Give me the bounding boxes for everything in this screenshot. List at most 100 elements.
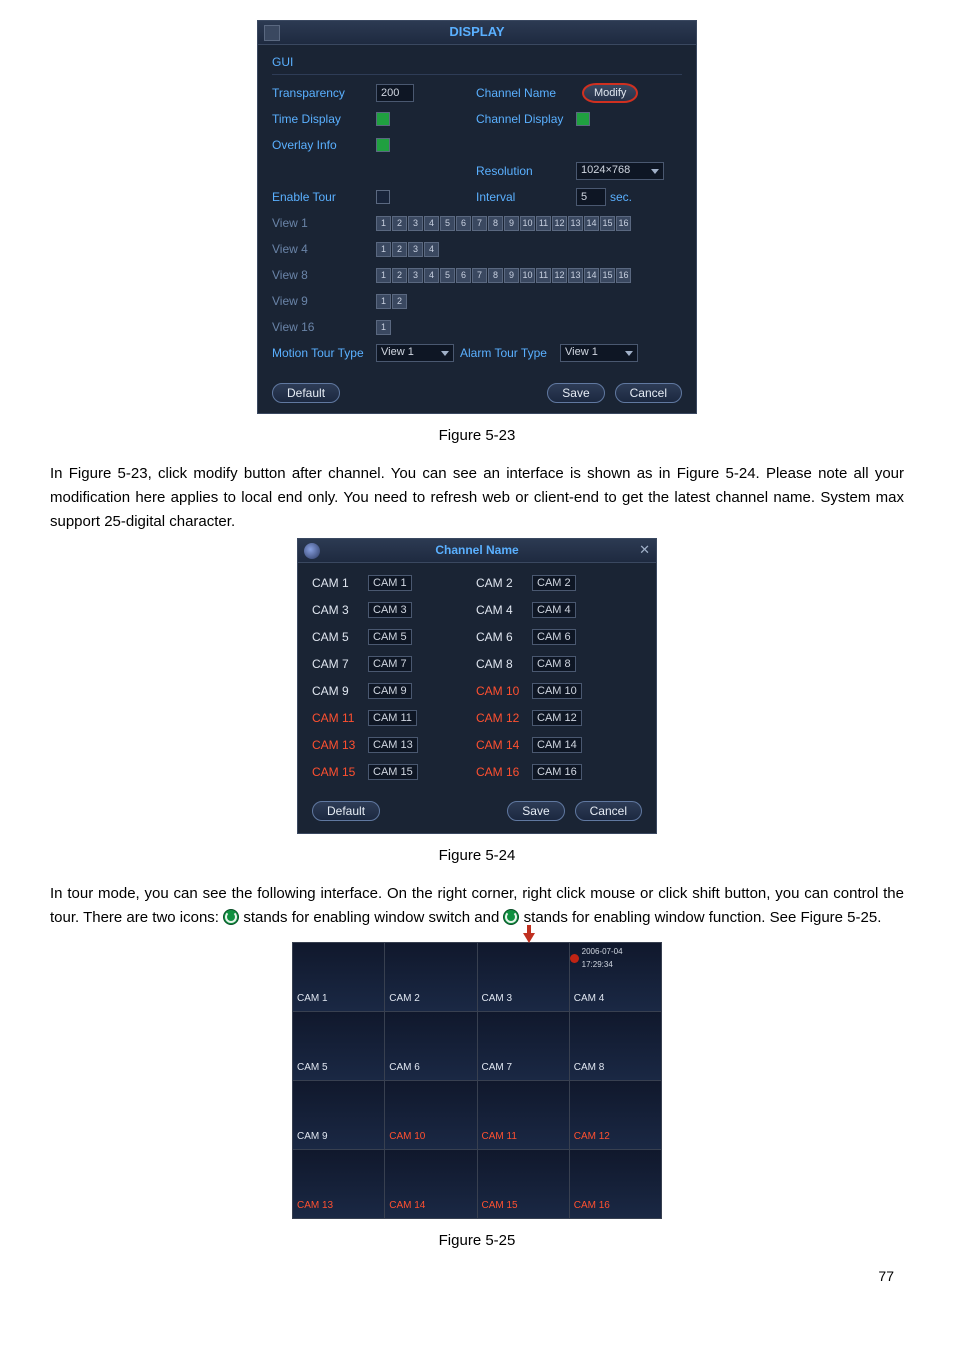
cam-input[interactable]: CAM 3 <box>368 602 412 618</box>
tour-cell[interactable]: CAM 2 <box>385 943 476 1011</box>
resolution-label: Resolution <box>476 162 576 181</box>
save-button[interactable]: Save <box>547 383 604 403</box>
channel-cell-7[interactable]: 7 <box>472 268 487 283</box>
channel-cell-16[interactable]: 16 <box>616 216 631 231</box>
cam-input[interactable]: CAM 7 <box>368 656 412 672</box>
channel-cell-4[interactable]: 4 <box>424 268 439 283</box>
channel-cell-12[interactable]: 12 <box>552 268 567 283</box>
channel-cell-1[interactable]: 1 <box>376 242 391 257</box>
view16-label: View 16 <box>272 318 376 337</box>
cam-input[interactable]: CAM 9 <box>368 683 412 699</box>
tour-cell[interactable]: CAM 9 <box>293 1081 384 1149</box>
tour-cell[interactable]: CAM 14 <box>385 1150 476 1218</box>
channel-cell-2[interactable]: 2 <box>392 294 407 309</box>
tour-cell[interactable]: CAM 8 <box>570 1012 661 1080</box>
tour-cell[interactable]: CAM 11 <box>478 1081 569 1149</box>
view9-strip[interactable]: 12 <box>376 294 407 309</box>
default-button[interactable]: Default <box>312 801 380 821</box>
channel-cell-16[interactable]: 16 <box>616 268 631 283</box>
motion-tour-dropdown[interactable]: View 1 <box>376 344 454 362</box>
channel-cell-3[interactable]: 3 <box>408 216 423 231</box>
tour-cell[interactable]: CAM 16 <box>570 1150 661 1218</box>
channel-cell-9[interactable]: 9 <box>504 268 519 283</box>
cam-input[interactable]: CAM 8 <box>532 656 576 672</box>
channel-display-label: Channel Display <box>476 110 576 129</box>
close-icon[interactable]: ✕ <box>639 540 650 561</box>
tour-cell-label: CAM 5 <box>297 1060 328 1076</box>
cam-input[interactable]: CAM 1 <box>368 575 412 591</box>
channel-cell-1[interactable]: 1 <box>376 294 391 309</box>
channel-cell-15[interactable]: 15 <box>600 216 615 231</box>
default-button[interactable]: Default <box>272 383 340 403</box>
channel-cell-15[interactable]: 15 <box>600 268 615 283</box>
channel-cell-1[interactable]: 1 <box>376 320 391 335</box>
tour-cell[interactable]: CAM 15 <box>478 1150 569 1218</box>
cam-input[interactable]: CAM 15 <box>368 764 418 780</box>
channel-cell-11[interactable]: 11 <box>536 268 551 283</box>
channel-cell-10[interactable]: 10 <box>520 268 535 283</box>
tour-cell[interactable]: CAM 13 <box>293 1150 384 1218</box>
tour-cell-label: CAM 8 <box>574 1060 605 1076</box>
channel-cell-5[interactable]: 5 <box>440 216 455 231</box>
cancel-button[interactable]: Cancel <box>615 383 682 403</box>
channel-cell-10[interactable]: 10 <box>520 216 535 231</box>
channel-cell-8[interactable]: 8 <box>488 216 503 231</box>
channel-display-checkbox[interactable] <box>576 112 590 126</box>
channel-cell-2[interactable]: 2 <box>392 268 407 283</box>
channel-cell-6[interactable]: 6 <box>456 268 471 283</box>
cam-input[interactable]: CAM 6 <box>532 629 576 645</box>
overlay-info-checkbox[interactable] <box>376 138 390 152</box>
cam-input[interactable]: CAM 13 <box>368 737 418 753</box>
channel-cell-3[interactable]: 3 <box>408 268 423 283</box>
cam-input[interactable]: CAM 12 <box>532 710 582 726</box>
channel-cell-4[interactable]: 4 <box>424 242 439 257</box>
resolution-dropdown[interactable]: 1024×768 <box>576 162 664 180</box>
cam-input[interactable]: CAM 16 <box>532 764 582 780</box>
channel-cell-12[interactable]: 12 <box>552 216 567 231</box>
tour-cell[interactable]: CAM 3 <box>478 943 569 1011</box>
channel-cell-1[interactable]: 1 <box>376 216 391 231</box>
channel-cell-5[interactable]: 5 <box>440 268 455 283</box>
channel-cell-13[interactable]: 13 <box>568 216 583 231</box>
cam-input[interactable]: CAM 14 <box>532 737 582 753</box>
cam-input[interactable]: CAM 4 <box>532 602 576 618</box>
channel-cell-11[interactable]: 11 <box>536 216 551 231</box>
channel-cell-14[interactable]: 14 <box>584 268 599 283</box>
tour-cell[interactable]: CAM 5 <box>293 1012 384 1080</box>
channel-cell-4[interactable]: 4 <box>424 216 439 231</box>
channel-cell-1[interactable]: 1 <box>376 268 391 283</box>
channel-cell-8[interactable]: 8 <box>488 268 503 283</box>
tour-cell[interactable]: CAM 6 <box>385 1012 476 1080</box>
channel-cell-2[interactable]: 2 <box>392 242 407 257</box>
channel-cell-9[interactable]: 9 <box>504 216 519 231</box>
time-display-label: Time Display <box>272 110 376 129</box>
cam-input[interactable]: CAM 5 <box>368 629 412 645</box>
alarm-tour-dropdown[interactable]: View 1 <box>560 344 638 362</box>
channel-cell-13[interactable]: 13 <box>568 268 583 283</box>
tour-cell[interactable]: CAM 7 <box>478 1012 569 1080</box>
tour-cell[interactable]: CAM 12 <box>570 1081 661 1149</box>
cam-input[interactable]: CAM 11 <box>368 710 417 726</box>
tour-cell[interactable]: CAM 42006-07-04 17:29:34 <box>570 943 661 1011</box>
enable-tour-checkbox[interactable] <box>376 190 390 204</box>
view8-strip[interactable]: 12345678910111213141516 <box>376 268 631 283</box>
view4-strip[interactable]: 1234 <box>376 242 439 257</box>
cancel-button[interactable]: Cancel <box>575 801 642 821</box>
cam-input[interactable]: CAM 2 <box>532 575 576 591</box>
view1-strip[interactable]: 12345678910111213141516 <box>376 216 631 231</box>
transparency-input[interactable]: 200 <box>376 84 414 102</box>
interval-input[interactable]: 5 <box>576 188 606 206</box>
tour-cell[interactable]: CAM 1 <box>293 943 384 1011</box>
channel-cell-2[interactable]: 2 <box>392 216 407 231</box>
channel-cell-3[interactable]: 3 <box>408 242 423 257</box>
save-button[interactable]: Save <box>507 801 564 821</box>
channel-cell-7[interactable]: 7 <box>472 216 487 231</box>
time-display-checkbox[interactable] <box>376 112 390 126</box>
channel-cell-6[interactable]: 6 <box>456 216 471 231</box>
view16-strip[interactable]: 1 <box>376 320 391 335</box>
cam-input[interactable]: CAM 10 <box>532 683 582 699</box>
cam-label: CAM 10 <box>476 682 532 701</box>
channel-cell-14[interactable]: 14 <box>584 216 599 231</box>
tour-cell[interactable]: CAM 10 <box>385 1081 476 1149</box>
modify-button[interactable]: Modify <box>582 83 638 103</box>
